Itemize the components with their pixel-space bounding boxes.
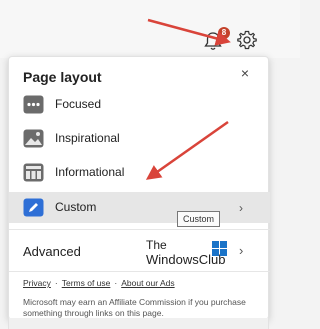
watermark-line1: The: [146, 238, 167, 252]
option-label: Custom: [55, 200, 97, 214]
privacy-link[interactable]: Privacy: [23, 278, 51, 288]
option-label: Focused: [55, 97, 102, 111]
panel-title: Page layout: [23, 69, 102, 85]
windows-logo-icon: [212, 241, 228, 257]
option-label: Inspirational: [55, 131, 120, 145]
option-label: Informational: [55, 165, 125, 179]
divider: [9, 271, 270, 272]
layout-option-inspirational[interactable]: Inspirational: [9, 123, 270, 154]
close-icon[interactable]: ×: [238, 66, 252, 80]
focused-layout-icon: [23, 95, 44, 114]
chevron-right-icon: ›: [239, 201, 243, 215]
layout-option-focused[interactable]: Focused: [9, 89, 270, 120]
inspirational-layout-icon: [23, 129, 44, 148]
tooltip: Custom: [177, 211, 221, 227]
informational-layout-icon: [23, 163, 44, 182]
terms-link[interactable]: Terms of use: [62, 278, 111, 288]
about-ads-link[interactable]: About our Ads: [121, 278, 174, 288]
custom-layout-icon: [23, 198, 44, 217]
chevron-right-icon: ›: [239, 243, 244, 258]
watermark: The WindowsClub: [138, 238, 238, 270]
layout-option-custom[interactable]: Custom ›: [9, 192, 270, 223]
panel-bottom-edge: [8, 318, 269, 329]
gear-icon[interactable]: [236, 29, 258, 51]
footer-links: Privacy · Terms of use · About our Ads: [23, 278, 175, 288]
advanced-label: Advanced: [23, 244, 81, 259]
page-layout-panel: Page layout × Focused Inspirational Info…: [8, 56, 270, 320]
affiliate-disclaimer: Microsoft may earn an Affiliate Commissi…: [23, 297, 246, 318]
divider: [9, 229, 270, 230]
layout-option-informational[interactable]: Informational: [9, 157, 270, 188]
notification-badge: 8: [218, 27, 230, 39]
